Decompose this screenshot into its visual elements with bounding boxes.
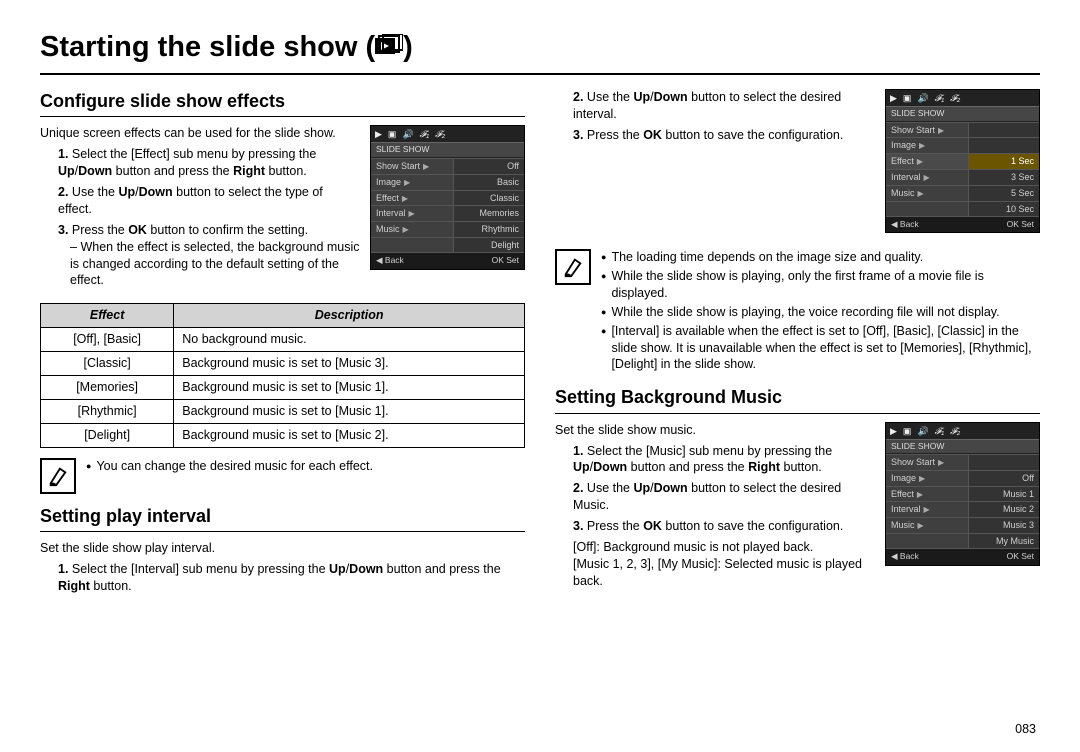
playback-icon: ▣: [903, 425, 912, 437]
note-music-change: You can change the desired music for eac…: [40, 458, 525, 494]
heading-bg-music: Setting Background Music: [555, 385, 1040, 413]
tool2-icon: 𝓕₂: [435, 128, 445, 140]
speaker-icon: 🔊: [917, 425, 928, 437]
camera-topbar: ▶ ▣ 🔊 𝓕₁ 𝓕₂: [371, 126, 524, 142]
effects-table: EffectDescription [Off], [Basic]No backg…: [40, 303, 525, 447]
camera-topbar: ▶ ▣ 🔊 𝓕₁ 𝓕₂: [886, 423, 1039, 439]
playback-icon: ▣: [388, 128, 397, 140]
heading-play-interval: Setting play interval: [40, 504, 525, 532]
page-title-row: Starting the slide show ( ): [40, 28, 1040, 75]
intro-interval: Set the slide show play interval.: [40, 540, 525, 557]
camera-screen-music: ▶ ▣ 🔊 𝓕₁ 𝓕₂ SLIDE SHOW Show Start▶ Image…: [885, 422, 1040, 566]
play-icon: ▶: [890, 425, 897, 437]
camera-screen-effect: ▶ ▣ 🔊 𝓕₁ 𝓕₂ SLIDE SHOW Show Start▶Off Im…: [370, 125, 525, 269]
tool1-icon: 𝓕₁: [935, 92, 944, 104]
speaker-icon: 🔊: [402, 128, 413, 140]
tool2-icon: 𝓕₂: [950, 425, 960, 437]
tool1-icon: 𝓕₁: [420, 128, 429, 140]
steps-interval-left: 1. Select the [Interval] sub menu by pre…: [40, 561, 525, 595]
tool2-icon: 𝓕₂: [950, 92, 960, 104]
camera-topbar: ▶ ▣ 🔊 𝓕₁ 𝓕₂: [886, 90, 1039, 106]
tool1-icon: 𝓕₁: [935, 425, 944, 437]
heading-configure-effects: Configure slide show effects: [40, 89, 525, 117]
speaker-icon: 🔊: [917, 92, 928, 104]
note-interval: The loading time depends on the image si…: [555, 249, 1040, 375]
page-number: 083: [1015, 721, 1036, 738]
note-icon: [555, 249, 591, 285]
note-text: You can change the desired music for eac…: [86, 458, 525, 475]
play-icon: ▶: [375, 128, 382, 140]
slideshow-icon: [375, 34, 403, 56]
note-icon: [40, 458, 76, 494]
play-icon: ▶: [890, 92, 897, 104]
page-title: Starting the slide show ( ): [40, 28, 413, 67]
playback-icon: ▣: [903, 92, 912, 104]
camera-screen-interval: ▶ ▣ 🔊 𝓕₁ 𝓕₂ SLIDE SHOW Show Start▶ Image…: [885, 89, 1040, 233]
